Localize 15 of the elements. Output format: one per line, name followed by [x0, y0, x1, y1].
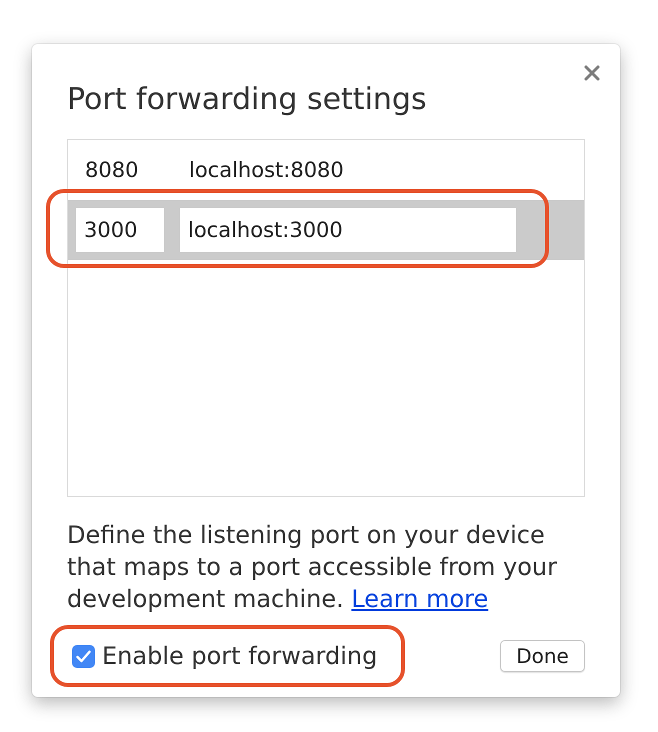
- checkbox[interactable]: [72, 644, 95, 668]
- port-text: 8080: [84, 157, 140, 184]
- list-row[interactable]: 3000 localhost:3000: [68, 200, 584, 260]
- address-input[interactable]: localhost:3000: [180, 208, 516, 252]
- close-icon: [584, 65, 600, 81]
- dialog-title: Port forwarding settings: [67, 82, 428, 118]
- done-button[interactable]: Done: [500, 640, 585, 672]
- description-text: Define the listening port on your device that maps to a port accessible from your development machine. Learn more: [67, 520, 558, 615]
- address-text: localhost:8080: [188, 157, 345, 184]
- checkmark-icon: [76, 650, 91, 662]
- learn-more-link[interactable]: Learn more: [351, 585, 488, 613]
- checkbox-label[interactable]: Enable port forwarding: [102, 640, 378, 672]
- close-button[interactable]: [582, 63, 602, 83]
- list-row[interactable]: 8080 localhost:8080: [68, 140, 584, 200]
- port-input[interactable]: 3000: [76, 208, 164, 252]
